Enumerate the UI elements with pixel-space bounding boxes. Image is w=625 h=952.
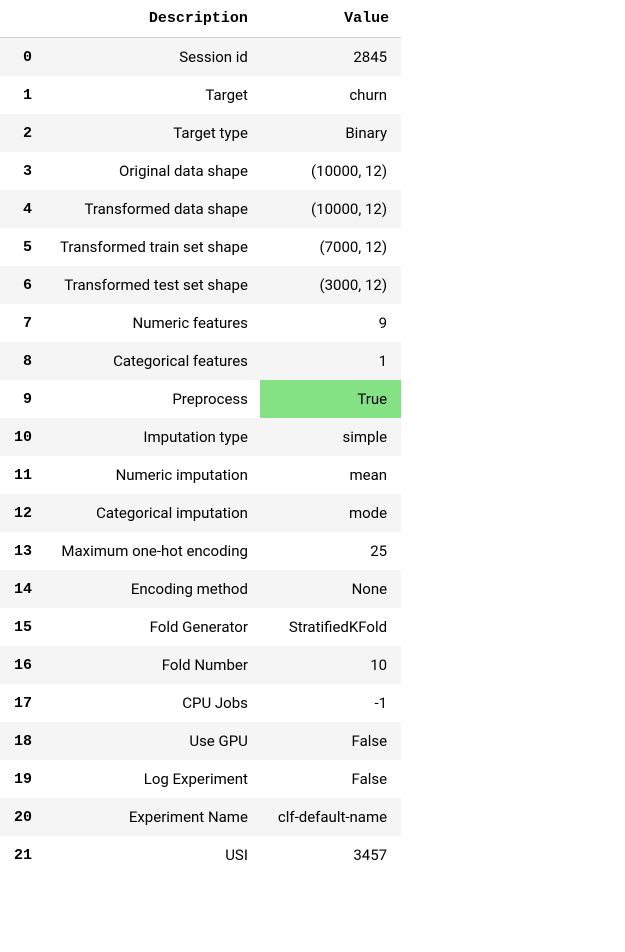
row-index: 10	[0, 418, 46, 456]
header-row: Description Value	[0, 0, 401, 38]
table-row: 9PreprocessTrue	[0, 380, 401, 418]
row-description: Original data shape	[46, 152, 260, 190]
row-description: Categorical features	[46, 342, 260, 380]
row-description: Imputation type	[46, 418, 260, 456]
row-description: Maximum one-hot encoding	[46, 532, 260, 570]
row-description: USI	[46, 836, 260, 874]
row-description: Categorical imputation	[46, 494, 260, 532]
row-index: 6	[0, 266, 46, 304]
row-description: Encoding method	[46, 570, 260, 608]
row-value: (3000, 12)	[260, 266, 401, 304]
row-description: Transformed data shape	[46, 190, 260, 228]
header-index	[0, 0, 46, 38]
row-index: 11	[0, 456, 46, 494]
row-value: None	[260, 570, 401, 608]
row-value: (10000, 12)	[260, 190, 401, 228]
row-value: -1	[260, 684, 401, 722]
table-body: 0Session id28451Targetchurn2Target typeB…	[0, 38, 401, 875]
row-index: 5	[0, 228, 46, 266]
row-index: 3	[0, 152, 46, 190]
row-description: Session id	[46, 38, 260, 77]
row-value: (10000, 12)	[260, 152, 401, 190]
row-value: 3457	[260, 836, 401, 874]
row-index: 1	[0, 76, 46, 114]
row-value: True	[260, 380, 401, 418]
row-description: Fold Generator	[46, 608, 260, 646]
row-value: False	[260, 722, 401, 760]
table-row: 6Transformed test set shape(3000, 12)	[0, 266, 401, 304]
row-value: StratifiedKFold	[260, 608, 401, 646]
table-row: 5Transformed train set shape(7000, 12)	[0, 228, 401, 266]
row-value: simple	[260, 418, 401, 456]
table-row: 1Targetchurn	[0, 76, 401, 114]
row-description: Transformed test set shape	[46, 266, 260, 304]
table-row: 4Transformed data shape(10000, 12)	[0, 190, 401, 228]
row-index: 9	[0, 380, 46, 418]
row-index: 15	[0, 608, 46, 646]
row-value: 25	[260, 532, 401, 570]
row-index: 12	[0, 494, 46, 532]
table-row: 11Numeric imputationmean	[0, 456, 401, 494]
row-description: Numeric imputation	[46, 456, 260, 494]
row-description: CPU Jobs	[46, 684, 260, 722]
table-row: 21USI3457	[0, 836, 401, 874]
table-row: 20Experiment Nameclf-default-name	[0, 798, 401, 836]
table-row: 13Maximum one-hot encoding25	[0, 532, 401, 570]
row-index: 17	[0, 684, 46, 722]
row-index: 8	[0, 342, 46, 380]
row-description: Transformed train set shape	[46, 228, 260, 266]
table-row: 18Use GPUFalse	[0, 722, 401, 760]
table-row: 17CPU Jobs-1	[0, 684, 401, 722]
row-index: 20	[0, 798, 46, 836]
row-value: mean	[260, 456, 401, 494]
row-value: 10	[260, 646, 401, 684]
row-value: (7000, 12)	[260, 228, 401, 266]
row-value: 9	[260, 304, 401, 342]
table-row: 12Categorical imputationmode	[0, 494, 401, 532]
table-row: 7Numeric features9	[0, 304, 401, 342]
row-index: 19	[0, 760, 46, 798]
row-value: churn	[260, 76, 401, 114]
table-row: 15Fold GeneratorStratifiedKFold	[0, 608, 401, 646]
header-description: Description	[46, 0, 260, 38]
row-index: 13	[0, 532, 46, 570]
row-index: 21	[0, 836, 46, 874]
table-row: 16Fold Number10	[0, 646, 401, 684]
row-value: Binary	[260, 114, 401, 152]
row-index: 7	[0, 304, 46, 342]
row-description: Target type	[46, 114, 260, 152]
table-row: 19Log ExperimentFalse	[0, 760, 401, 798]
table-row: 3Original data shape(10000, 12)	[0, 152, 401, 190]
row-index: 18	[0, 722, 46, 760]
table-row: 2Target typeBinary	[0, 114, 401, 152]
row-value: 2845	[260, 38, 401, 77]
table-row: 14Encoding methodNone	[0, 570, 401, 608]
row-value: 1	[260, 342, 401, 380]
row-description: Preprocess	[46, 380, 260, 418]
row-index: 14	[0, 570, 46, 608]
row-description: Log Experiment	[46, 760, 260, 798]
row-description: Use GPU	[46, 722, 260, 760]
header-value: Value	[260, 0, 401, 38]
row-description: Target	[46, 76, 260, 114]
row-value: clf-default-name	[260, 798, 401, 836]
row-description: Experiment Name	[46, 798, 260, 836]
row-index: 16	[0, 646, 46, 684]
row-index: 2	[0, 114, 46, 152]
table-row: 10Imputation typesimple	[0, 418, 401, 456]
row-description: Numeric features	[46, 304, 260, 342]
row-description: Fold Number	[46, 646, 260, 684]
table-row: 8Categorical features1	[0, 342, 401, 380]
setup-summary-table: Description Value 0Session id28451Target…	[0, 0, 401, 874]
row-index: 4	[0, 190, 46, 228]
row-index: 0	[0, 38, 46, 77]
row-value: False	[260, 760, 401, 798]
table-row: 0Session id2845	[0, 38, 401, 77]
row-value: mode	[260, 494, 401, 532]
